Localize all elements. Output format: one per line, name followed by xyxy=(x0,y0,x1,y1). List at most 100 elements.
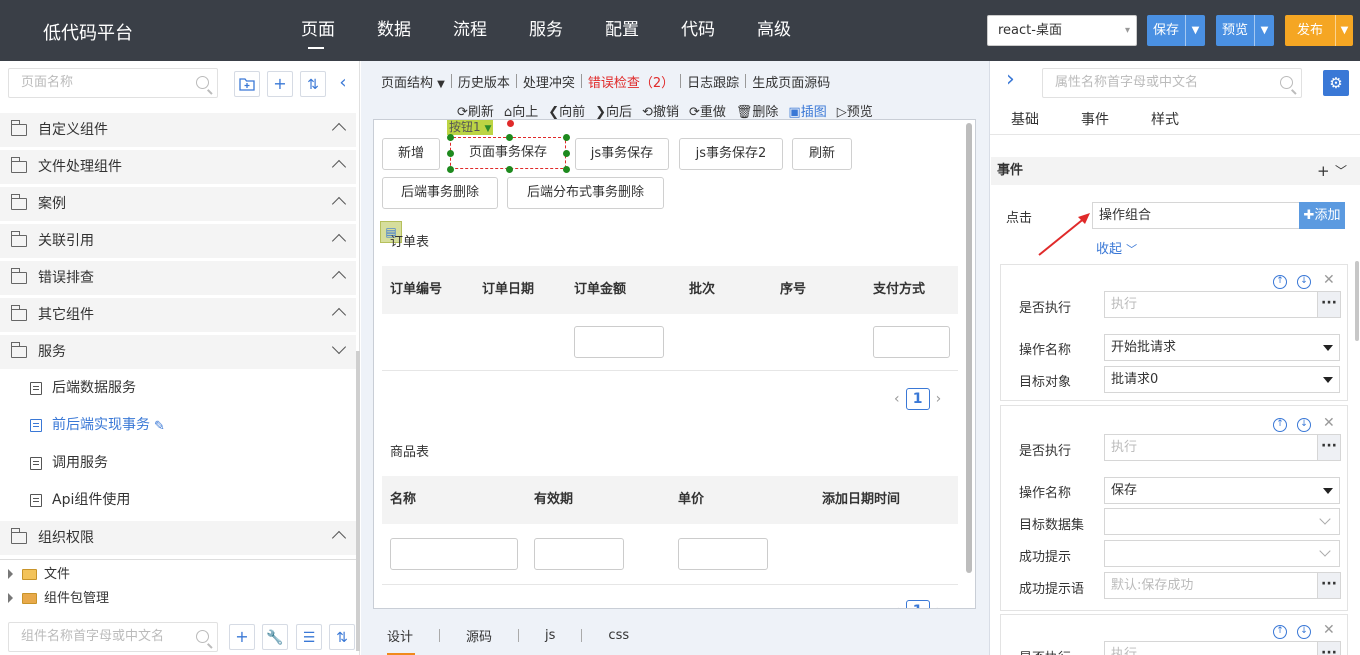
publish-dropdown-icon[interactable]: ▼ xyxy=(1335,15,1353,46)
chevron-down-icon[interactable] xyxy=(331,339,347,355)
group-cases[interactable]: 案例 xyxy=(0,187,356,221)
events-section-header[interactable]: 事件 + ﹀ xyxy=(991,157,1360,185)
conflict-button[interactable]: 处理冲突 xyxy=(517,72,581,91)
sidebar-item-api-component[interactable]: Api组件使用 xyxy=(0,482,356,519)
column-header[interactable]: 订单金额 xyxy=(574,266,626,314)
nav-page[interactable]: 页面 xyxy=(280,0,356,61)
exec-input[interactable]: 执行 xyxy=(1104,434,1318,461)
move-up-action[interactable]: ⌂向上 xyxy=(504,101,538,120)
dataset-select[interactable] xyxy=(1104,508,1340,535)
nav-advanced[interactable]: 高级 xyxy=(736,0,812,61)
more-button[interactable]: ··· xyxy=(1317,641,1341,655)
move-down-icon[interactable]: ↓ xyxy=(1297,418,1311,432)
tab-css[interactable]: css xyxy=(608,628,655,643)
refresh-action[interactable]: ⟳刷新 xyxy=(457,101,494,120)
log-trace-button[interactable]: 日志跟踪 xyxy=(681,72,745,91)
resize-handle[interactable] xyxy=(506,166,513,173)
move-up-icon[interactable]: ↑ xyxy=(1273,625,1287,639)
refresh-button[interactable]: 刷新 xyxy=(792,138,852,170)
save-button[interactable]: 保存 xyxy=(1147,15,1185,46)
preview-action[interactable]: ▷预览 xyxy=(837,101,873,120)
expand-arrow-icon[interactable] xyxy=(8,569,13,579)
group-services[interactable]: 服务 xyxy=(0,335,356,369)
success-text-input[interactable]: 默认:保存成功 xyxy=(1104,572,1318,599)
insert-image-action[interactable]: ▣插图 xyxy=(788,101,826,120)
plus-icon[interactable]: + xyxy=(1317,157,1330,185)
prev-page-icon[interactable]: ‹ xyxy=(894,603,900,608)
move-up-icon[interactable]: ↑ xyxy=(1273,275,1287,289)
group-references[interactable]: 关联引用 xyxy=(0,224,356,258)
list-order-button[interactable]: ☰ xyxy=(296,624,322,650)
page-number[interactable]: 1 xyxy=(905,388,930,410)
resize-handle[interactable] xyxy=(563,166,570,173)
sidebar-item-backend-data-service[interactable]: 后端数据服务 xyxy=(0,370,356,407)
prev-page-icon[interactable]: ‹ xyxy=(894,391,900,407)
delete-action[interactable]: 🗑删除 xyxy=(736,101,779,120)
more-button[interactable]: ··· xyxy=(1317,434,1341,461)
tab-style[interactable]: 样式 xyxy=(1130,105,1200,134)
history-button[interactable]: 历史版本 xyxy=(452,72,516,91)
name-input[interactable] xyxy=(390,538,518,570)
resize-handle[interactable] xyxy=(447,134,454,141)
column-header[interactable]: 批次 xyxy=(689,266,715,314)
sort-button[interactable]: ⇅ xyxy=(300,71,326,97)
nav-code[interactable]: 代码 xyxy=(660,0,736,61)
close-icon[interactable]: ✕ xyxy=(1323,272,1335,288)
redo-action[interactable]: ⟳重做 xyxy=(689,101,726,120)
collapse-sidebar-icon[interactable]: ‹ xyxy=(333,71,353,97)
resize-handle[interactable] xyxy=(447,166,454,173)
generate-source-button[interactable]: 生成页面源码 xyxy=(746,72,836,91)
sort-components-button[interactable]: ⇅ xyxy=(329,624,355,650)
more-button[interactable]: ··· xyxy=(1317,572,1341,599)
column-header[interactable]: 支付方式 xyxy=(873,266,925,314)
amount-input[interactable] xyxy=(574,326,664,358)
settings-button[interactable]: ⚙ xyxy=(1323,70,1349,96)
preview-button[interactable]: 预览 xyxy=(1216,15,1254,46)
edit-pencil-icon[interactable]: ✎ xyxy=(154,419,165,434)
resize-handle[interactable] xyxy=(506,134,513,141)
save-dropdown-icon[interactable]: ▼ xyxy=(1185,15,1205,46)
add-action-button[interactable]: ✚添加 xyxy=(1299,202,1345,229)
new-folder-button[interactable] xyxy=(234,71,260,97)
chevron-up-icon[interactable] xyxy=(331,159,347,175)
framework-select[interactable]: react-桌面 ▾ xyxy=(987,15,1137,46)
tab-design[interactable]: 设计 xyxy=(387,626,439,655)
canvas-scrollbar[interactable] xyxy=(966,123,972,573)
tools-button[interactable]: 🔧 xyxy=(262,624,288,650)
column-header[interactable]: 添加日期时间 xyxy=(822,476,900,524)
collapse-link[interactable]: 收起 ﹀ xyxy=(1096,238,1137,257)
component-search-input[interactable]: 组件名称首字母或中文名 xyxy=(8,622,218,652)
validity-input[interactable] xyxy=(534,538,624,570)
chevron-up-icon[interactable] xyxy=(331,270,347,286)
group-custom-components[interactable]: 自定义组件 xyxy=(0,113,356,147)
add-component-button[interactable]: + xyxy=(229,624,255,650)
column-header[interactable]: 订单日期 xyxy=(482,266,534,314)
panel-scrollbar[interactable] xyxy=(1355,261,1359,341)
group-troubleshoot[interactable]: 错误排查 xyxy=(0,261,356,295)
expand-arrow-icon[interactable] xyxy=(8,593,13,603)
column-header[interactable]: 名称 xyxy=(390,476,416,524)
sidebar-item-call-service[interactable]: 调用服务 xyxy=(0,445,356,482)
next-page-icon[interactable]: › xyxy=(936,603,942,608)
chevron-up-icon[interactable] xyxy=(331,233,347,249)
sidebar-scrollbar[interactable] xyxy=(356,351,360,651)
page-transaction-save-button[interactable]: 页面事务保存 xyxy=(450,137,566,169)
column-header[interactable]: 序号 xyxy=(780,266,806,314)
nav-service[interactable]: 服务 xyxy=(508,0,584,61)
undo-action[interactable]: ⟲撤销 xyxy=(642,101,679,120)
column-header[interactable]: 有效期 xyxy=(534,476,573,524)
move-up-icon[interactable]: ↑ xyxy=(1273,418,1287,432)
success-tip-select[interactable] xyxy=(1104,540,1340,567)
nav-config[interactable]: 配置 xyxy=(584,0,660,61)
chevron-up-icon[interactable] xyxy=(331,196,347,212)
lib-item-package-manager[interactable]: 组件包管理 xyxy=(0,587,356,611)
close-icon[interactable]: ✕ xyxy=(1323,415,1335,431)
price-input[interactable] xyxy=(678,538,768,570)
rotate-handle[interactable] xyxy=(507,120,514,127)
page-structure-menu[interactable]: 页面结构 ▼ xyxy=(375,72,451,91)
distributed-transaction-delete-button[interactable]: 后端分布式事务删除 xyxy=(507,177,664,209)
publish-button[interactable]: 发布 xyxy=(1285,15,1335,46)
exec-input[interactable]: 执行 xyxy=(1104,641,1318,655)
chevron-down-icon[interactable]: ﹀ xyxy=(1335,157,1347,185)
chevron-up-icon[interactable] xyxy=(331,307,347,323)
